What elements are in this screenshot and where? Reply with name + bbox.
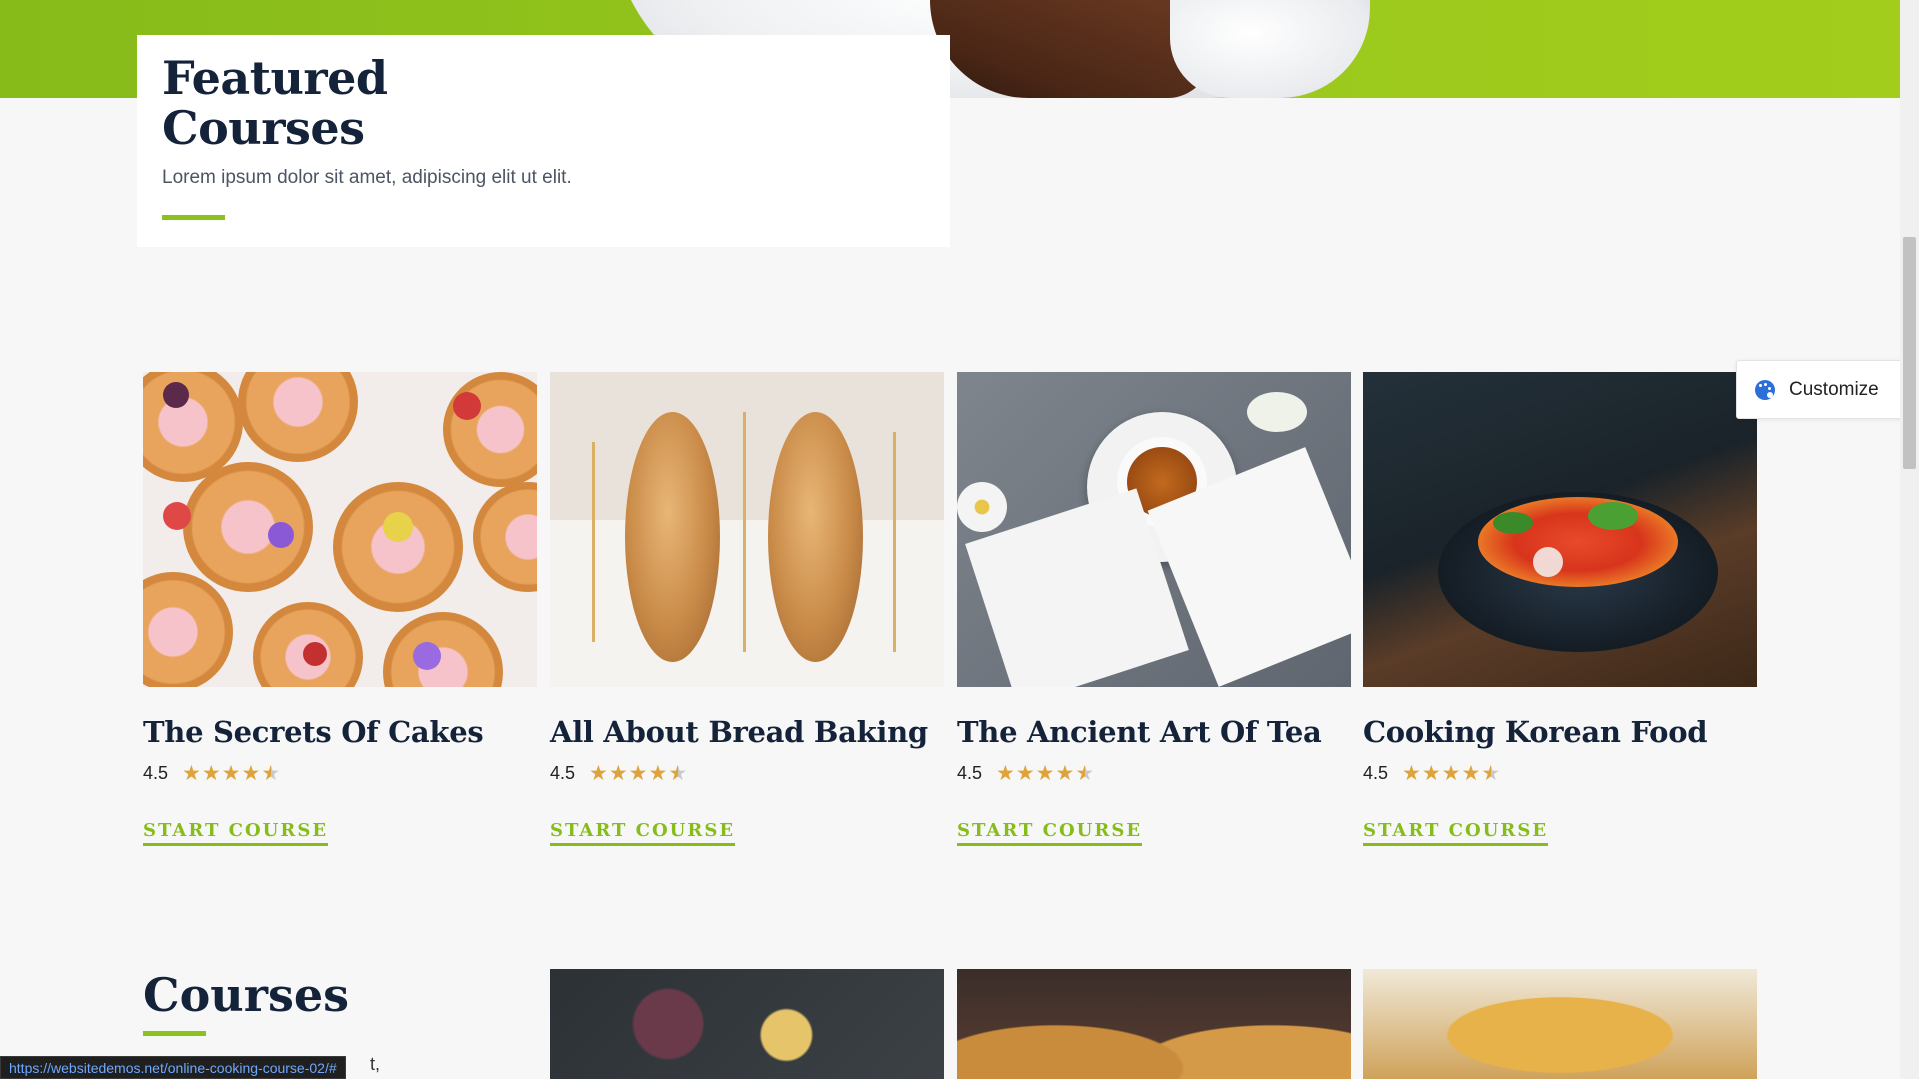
start-course-link[interactable]: START COURSE (550, 820, 736, 846)
course-image-korean[interactable] (1363, 372, 1757, 687)
start-course-link[interactable]: START COURSE (143, 820, 329, 846)
course-card: The Secrets Of Cakes 4.5 ★★★★★ START COU… (143, 372, 537, 846)
course-title[interactable]: The Ancient Art Of Tea (957, 715, 1351, 749)
accent-divider (143, 1031, 206, 1036)
rating-value: 4.5 (143, 763, 169, 783)
course-card: Cooking Korean Food 4.5 ★★★★★ START COUR… (1363, 372, 1757, 846)
course-image-cakes[interactable] (143, 372, 537, 687)
course-image-burgers[interactable] (957, 969, 1351, 1079)
start-course-link[interactable]: START COURSE (957, 820, 1143, 846)
partial-text: t, (370, 1054, 381, 1074)
star-rating-icon: ★★★★★ (1402, 762, 1502, 785)
chef-sleeve-image (1170, 0, 1370, 98)
status-bar-url: https://websitedemos.net/online-cooking-… (0, 1056, 346, 1079)
featured-title: Featured Courses (162, 51, 388, 155)
rating-row: 4.5 ★★★★★ (143, 761, 537, 786)
scrollbar-track[interactable] (1900, 0, 1919, 1079)
course-title[interactable]: All About Bread Baking (550, 715, 944, 749)
featured-description: Lorem ipsum dolor sit amet, adipiscing e… (162, 167, 572, 188)
rating-value: 4.5 (957, 763, 983, 783)
course-image-tea[interactable] (957, 372, 1351, 687)
accent-divider (162, 215, 225, 220)
course-image-platter[interactable] (550, 969, 944, 1079)
star-rating-icon: ★★★★★ (182, 762, 282, 785)
rating-value: 4.5 (550, 763, 576, 783)
customize-button[interactable]: Customize (1736, 360, 1901, 419)
rating-value: 4.5 (1363, 763, 1389, 783)
rating-row: 4.5 ★★★★★ (550, 761, 944, 786)
customize-label: Customize (1789, 378, 1879, 400)
start-course-link[interactable]: START COURSE (1363, 820, 1549, 846)
course-title[interactable]: Cooking Korean Food (1363, 715, 1757, 749)
rating-row: 4.5 ★★★★★ (1363, 761, 1757, 786)
course-title[interactable]: The Secrets Of Cakes (143, 715, 537, 749)
palette-icon (1755, 379, 1775, 400)
course-image-bread[interactable] (550, 372, 944, 687)
course-image-dish[interactable] (1363, 969, 1757, 1079)
star-rating-icon: ★★★★★ (996, 762, 1096, 785)
course-card: All About Bread Baking 4.5 ★★★★★ START C… (550, 372, 944, 846)
course-card: The Ancient Art Of Tea 4.5 ★★★★★ START C… (957, 372, 1351, 846)
featured-header-box: Featured Courses Lorem ipsum dolor sit a… (137, 35, 950, 247)
scrollbar-thumb[interactable] (1903, 237, 1916, 469)
rating-row: 4.5 ★★★★★ (957, 761, 1351, 786)
courses-section-title: Courses (143, 968, 350, 1022)
star-rating-icon: ★★★★★ (589, 762, 689, 785)
